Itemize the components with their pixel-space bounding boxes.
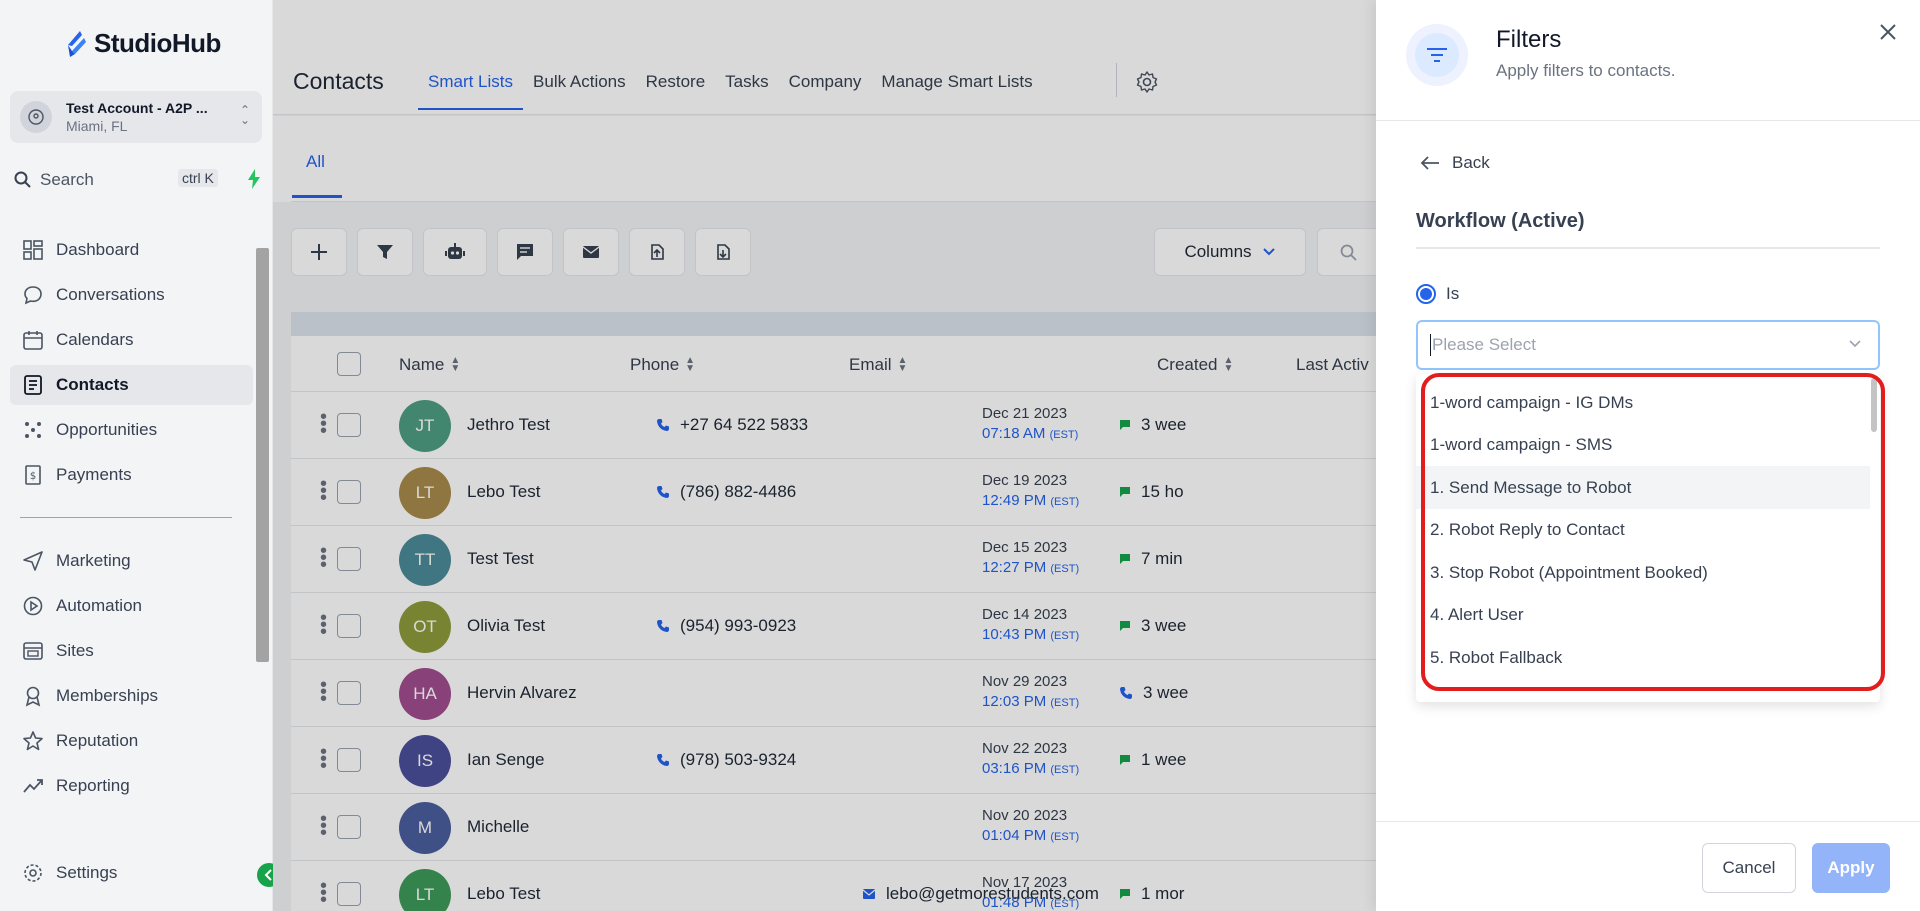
sidebar-item-reporting[interactable]: Reporting [10, 766, 253, 806]
sites-icon [23, 642, 43, 660]
dashboard-icon [23, 240, 43, 260]
highlight-annotation [1421, 373, 1885, 691]
operator-label: Is [1446, 284, 1460, 303]
back-button[interactable]: Back [1420, 153, 1490, 173]
sidebar-item-label: Settings [56, 863, 118, 882]
lightning-icon[interactable] [244, 168, 264, 190]
star-icon [23, 731, 43, 751]
filter-field-divider [1416, 247, 1880, 249]
sidebar-divider [20, 517, 232, 518]
search-shortcut: ctrl K [178, 169, 218, 187]
text-cursor [1430, 334, 1431, 356]
cancel-button[interactable]: Cancel [1702, 843, 1796, 893]
trend-icon [23, 779, 43, 793]
account-location: Miami, FL [66, 118, 128, 134]
account-switcher[interactable]: Test Account - A2P ... Miami, FL ⌃ ⌄ [10, 91, 262, 143]
sidebar-item-conversations[interactable]: Conversations [10, 275, 253, 315]
sidebar-item-label: Memberships [56, 686, 159, 705]
location-icon [20, 101, 52, 133]
sidebar-item-label: Automation [56, 596, 142, 615]
workflow-select[interactable]: Please Select [1416, 320, 1880, 370]
brand-name: StudioHub [94, 28, 221, 58]
sidebar-item-label: Opportunities [56, 420, 158, 439]
sidebar-item-calendars[interactable]: Calendars [10, 320, 253, 360]
filters-title: Filters [1496, 26, 1562, 53]
sidebar-item-label: Contacts [56, 375, 129, 394]
logo-icon [68, 30, 86, 57]
sidebar-search[interactable]: Search ctrl K [14, 168, 260, 192]
sidebar-item-label: Sites [56, 641, 94, 660]
select-placeholder: Please Select [1432, 335, 1536, 354]
sidebar-item-label: Conversations [56, 285, 165, 304]
sidebar-item-payments[interactable]: $ Payments [10, 455, 253, 495]
account-name: Test Account - A2P ... [66, 100, 208, 116]
radio-selected-icon [1416, 284, 1436, 304]
sidebar-item-opportunities[interactable]: Opportunities [10, 410, 253, 450]
filter-field-title: Workflow (Active) [1416, 210, 1585, 232]
sidebar-item-automation[interactable]: Automation [10, 586, 253, 626]
calendar-icon [23, 331, 43, 350]
sidebar-item-label: Reporting [56, 776, 130, 795]
back-label: Back [1452, 153, 1490, 172]
sidebar-item-label: Dashboard [56, 240, 140, 259]
payments-icon: $ [25, 465, 41, 485]
chevron-updown-icon: ⌃ ⌄ [239, 103, 250, 127]
filter-lines-icon [1427, 48, 1447, 62]
arrow-left-icon [1420, 156, 1439, 170]
sidebar-item-marketing[interactable]: Marketing [10, 541, 253, 581]
svg-text:$: $ [30, 471, 36, 482]
apply-button[interactable]: Apply [1812, 843, 1890, 893]
operator-is-radio[interactable]: Is [1416, 284, 1459, 304]
sidebar-item-label: Payments [56, 465, 132, 484]
sidebar-item-memberships[interactable]: Memberships [10, 676, 253, 716]
gear-icon [24, 864, 42, 882]
sidebar-item-contacts[interactable]: Contacts [10, 365, 253, 405]
sidebar-item-label: Marketing [56, 551, 131, 570]
search-label: Search [40, 170, 94, 189]
sidebar-item-reputation[interactable]: Reputation [10, 721, 253, 761]
filter-badge [1406, 24, 1468, 86]
sidebar-scrollbar[interactable] [256, 248, 269, 662]
send-icon [23, 551, 43, 571]
contacts-icon [24, 375, 42, 395]
sidebar-item-settings[interactable]: Settings [10, 853, 253, 893]
panel-header-divider [1376, 120, 1920, 121]
chevron-down-icon [1849, 340, 1861, 348]
opportunities-icon [25, 422, 41, 438]
automation-icon [23, 596, 43, 616]
brand-logo[interactable]: StudioHub [64, 28, 221, 59]
close-icon[interactable] [1878, 22, 1898, 42]
sidebar: StudioHub Test Account - A2P ... Miami, … [0, 0, 281, 911]
sidebar-item-sites[interactable]: Sites [10, 631, 253, 671]
sidebar-item-label: Reputation [56, 731, 139, 750]
sidebar-item-label: Calendars [56, 330, 134, 349]
panel-footer-divider [1376, 821, 1920, 822]
filters-subtitle: Apply filters to contacts. [1496, 61, 1676, 80]
search-icon [14, 171, 31, 188]
chat-icon [24, 286, 42, 305]
sidebar-item-dashboard[interactable]: Dashboard [10, 230, 253, 270]
membership-icon [25, 686, 41, 707]
